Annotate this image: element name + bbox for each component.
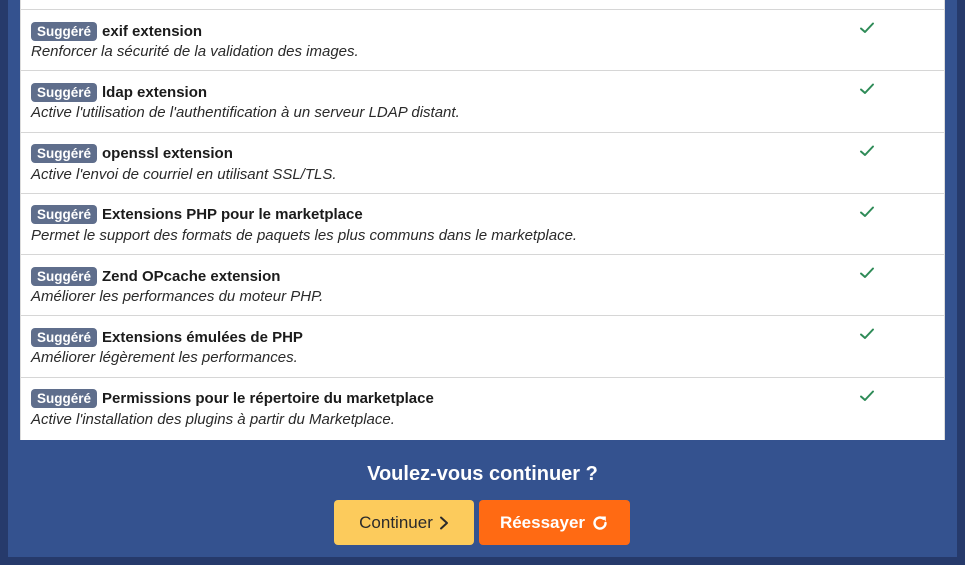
check-description: Active l'utilisation de l'authentificati… [31,104,460,122]
continue-button[interactable]: Continuer [334,500,474,545]
check-name: Extensions émulées de PHP [102,328,303,346]
suggested-badge: Suggéré [31,266,98,286]
check-icon [860,390,874,401]
check-description: Améliorer les performances du moteur PHP… [31,288,324,306]
install-check-panel: Suggéré exif extension Renforcer la sécu… [8,0,957,557]
check-description: Améliorer légèrement les performances. [31,349,298,367]
refresh-icon [593,515,607,530]
check-icon [860,328,874,340]
check-description: Active l'installation des plugins à part… [31,410,395,428]
chevron-right-icon [439,516,448,529]
check-icon [860,83,874,95]
retry-button-label: Réessayer [499,512,586,532]
checks-table: Suggéré exif extension Renforcer la sécu… [20,0,945,440]
check-icon [860,206,874,217]
retry-button[interactable]: Réessayer [479,500,630,545]
check-name: ldap extension [102,83,208,101]
check-row: Suggéré exif extension Renforcer la sécu… [21,10,944,72]
suggested-badge: Suggéré [31,21,98,41]
check-name: Extensions PHP pour le marketplace [102,206,363,224]
check-row: Suggéré Zend OPcache extension Améliorer… [21,255,944,317]
check-description: Active l'envoi de courriel en utilisant … [31,165,337,183]
check-icon [860,145,874,156]
suggested-badge: Suggéré [31,205,98,225]
check-name: exif extension [102,22,203,40]
suggested-badge: Suggéré [31,327,98,347]
previous-row-edge [21,0,944,10]
continue-button-label: Continuer [359,512,433,532]
check-icon [860,267,874,279]
suggested-badge: Suggéré [31,82,98,102]
check-row: Suggéré Extensions PHP pour le marketpla… [21,194,944,256]
check-row: Suggéré openssl extension Active l'envoi… [21,133,944,194]
check-row: Suggéré Extensions émulées de PHP Amélio… [21,316,944,378]
check-description: Renforcer la sécurité de la validation d… [31,43,359,60]
check-icon [860,22,874,33]
check-row: Suggéré Permissions pour le répertoire d… [21,378,944,439]
check-name: openssl extension [102,145,233,163]
suggested-badge: Suggéré [31,389,98,409]
suggested-badge: Suggéré [31,144,98,164]
check-name: Permissions pour le répertoire du market… [102,390,434,408]
check-row: Suggéré ldap extension Active l'utilisat… [21,71,944,133]
check-name: Zend OPcache extension [102,267,281,285]
check-description: Permet le support des formats de paquets… [31,226,578,244]
continue-question: Voulez-vous continuer ? [367,463,598,485]
